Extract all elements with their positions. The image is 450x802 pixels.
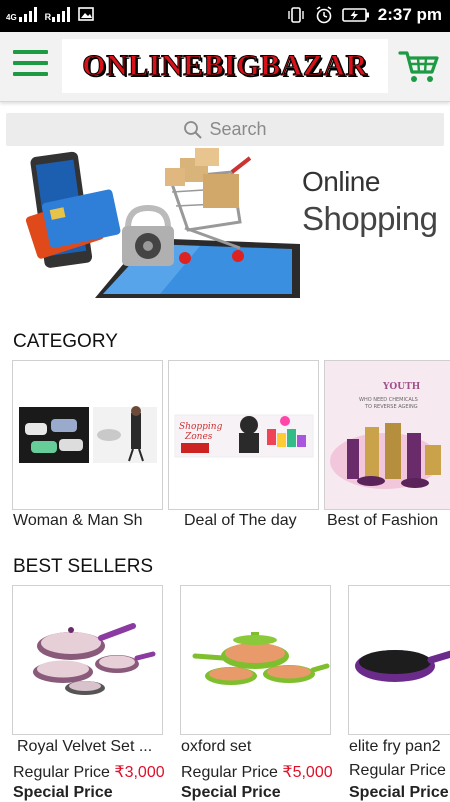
vibrate-icon [288,7,304,23]
hamburger-icon [13,50,48,54]
svg-text:YOUTH: YOUTH [382,382,421,392]
svg-text:TO REVERSE AGEING: TO REVERSE AGEING [364,404,418,410]
status-clock: 2:37 pm [377,5,442,24]
status-right: 2:37 pm [286,5,442,25]
regular-price-value: ₹3,000 [114,764,165,781]
status-left: 4G R [6,6,94,22]
category-card-fashion[interactable]: YOUTH WHO NEED CHEMICALS TO REVERSE AGEI… [324,360,450,510]
svg-text:WHO NEED CHEMICALS: WHO NEED CHEMICALS [359,397,418,403]
regular-price-label: Regular Price [13,764,110,781]
shoes-image [19,406,157,463]
cookware-set-image [33,623,156,695]
roaming-label: R [44,12,52,22]
special-price-3: Special Price [349,784,449,801]
special-price-2: Special Price [181,784,281,801]
search-bar[interactable]: Search [6,113,444,146]
product-name-1[interactable]: Royal Velvet Set ... [17,738,167,756]
regular-price-1: Regular Price ₹3,000 [13,762,178,782]
product-card-oxford-set[interactable] [180,585,331,735]
category-title: CATEGORY [13,331,118,352]
alarm-icon [316,6,332,24]
regular-price-value: ₹5,000 [282,764,333,781]
regular-price-3: Regular Price [349,762,450,780]
signal-icon-2 [52,6,71,22]
category-label-2[interactable]: Deal of The day [184,512,324,530]
menu-button[interactable] [13,50,48,80]
best-sellers-title: BEST SELLERS [13,556,154,577]
banner-line-2: Shopping [302,200,438,237]
status-bar: 4G R 2:37 pm [0,0,450,32]
cart-button[interactable] [398,47,440,85]
promo-banner[interactable]: Online Shopping [0,148,450,320]
special-price-1: Special Price [13,784,113,801]
regular-price-label: Regular Price [181,764,278,781]
product-card-elite-fry-pan[interactable] [348,585,450,735]
svg-text:Shopping: Shopping [179,422,223,432]
category-card-shoes[interactable] [12,360,163,510]
app-bar: ONLINEBIGBAZAR [0,32,450,102]
gallery-icon [78,7,94,21]
regular-price-2: Regular Price ₹5,000 [181,762,346,782]
battery-charging-icon [341,8,369,22]
product-name-2[interactable]: oxford set [181,738,331,756]
signal-1: 4G [6,6,37,22]
deal-image: Shopping Zones [174,414,314,458]
search-icon [184,120,203,139]
banner-line-1: Online [302,166,380,197]
signal-icon [18,6,37,22]
category-label-3[interactable]: Best of Fashion [327,512,450,530]
category-label-1[interactable]: Woman & Man Sh [13,512,164,530]
category-card-deals[interactable]: Shopping Zones [168,360,319,510]
cosmetics-image: YOUTH WHO NEED CHEMICALS TO REVERSE AGEI… [325,361,450,509]
search-placeholder: Search [209,119,267,139]
signal-2: R [45,6,71,22]
app-logo[interactable]: ONLINEBIGBAZAR [62,39,388,93]
product-card-royal-velvet[interactable] [12,585,163,735]
fry-pan-image [355,650,450,682]
logo-text: ONLINEBIGBAZAR [82,49,368,83]
online-shopping-illustration [25,148,300,298]
network-type-label: 4G [6,13,17,22]
svg-text:Zones: Zones [184,432,213,442]
cart-icon [398,51,439,82]
regular-price-label: Regular Price [349,762,446,779]
oxford-cookware-image [192,632,330,685]
product-name-3[interactable]: elite fry pan2 [349,738,450,756]
